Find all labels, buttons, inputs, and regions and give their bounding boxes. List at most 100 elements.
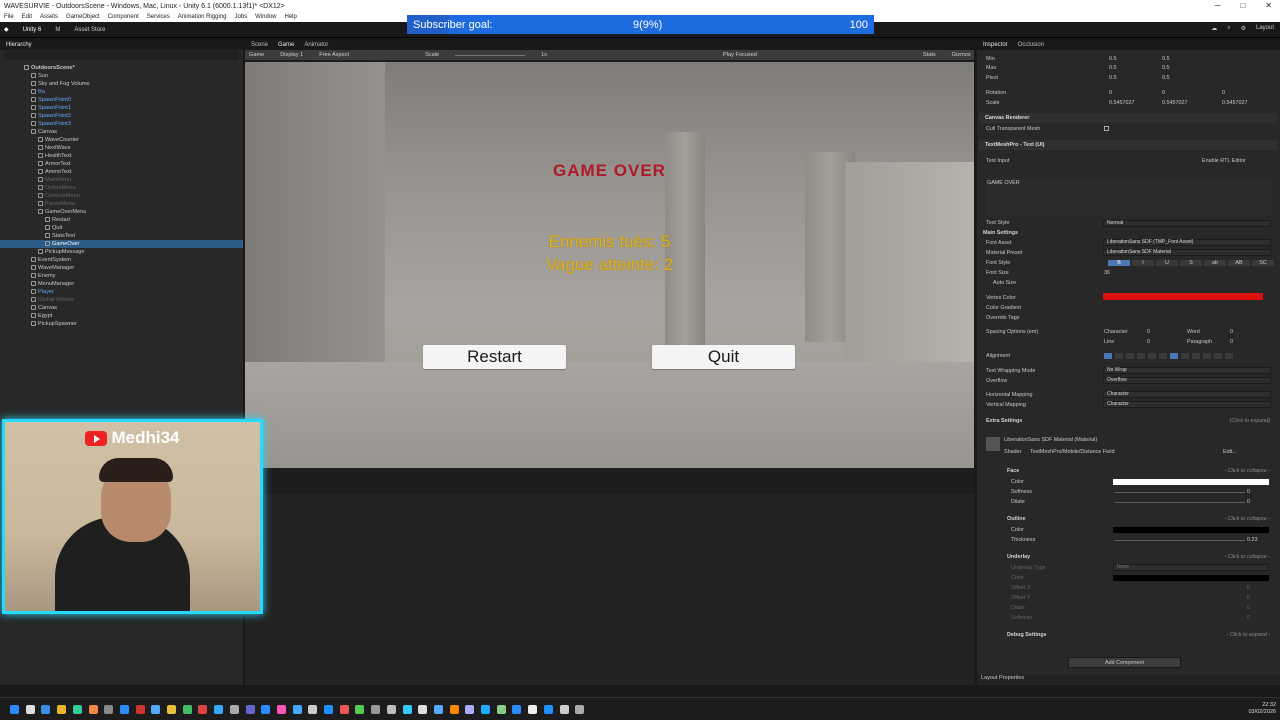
shader-dropdown[interactable]: TextMeshPro/Mobile/Distance Field xyxy=(1030,449,1115,455)
layout-dropdown[interactable]: Layout xyxy=(1256,25,1274,32)
face-dilate-value[interactable]: 0 xyxy=(1247,499,1250,505)
overflow-dropdown[interactable]: Overflow xyxy=(1103,377,1271,384)
font-style-button[interactable]: S xyxy=(1180,260,1202,266)
rtl-toggle[interactable]: Enable RTL Editor xyxy=(1202,158,1246,164)
menu-gameobject[interactable]: GameObject xyxy=(66,14,100,20)
material-preset-dropdown[interactable]: LiberationSans SDF Material xyxy=(1103,249,1271,256)
hierarchy-item[interactable]: Global Volume xyxy=(0,296,243,304)
tab-game[interactable]: Game xyxy=(278,42,294,48)
alignment-button[interactable] xyxy=(1137,353,1145,359)
hierarchy-item[interactable]: Sky and Fog Volume xyxy=(0,80,243,88)
font-style-button[interactable]: I xyxy=(1132,260,1154,266)
extra-settings-label[interactable]: Extra Settings xyxy=(986,418,1022,424)
taskbar-app-icon[interactable] xyxy=(496,705,506,714)
taskbar-app-icon[interactable] xyxy=(182,705,192,714)
face-color-swatch[interactable] xyxy=(1113,479,1269,485)
maximize-icon[interactable]: □ xyxy=(1240,1,1245,10)
character-value[interactable]: 0 xyxy=(1147,329,1150,335)
wrapping-dropdown[interactable]: No Wrap xyxy=(1103,367,1271,374)
menu-help[interactable]: Help xyxy=(285,14,297,20)
outline-color-swatch[interactable] xyxy=(1113,527,1269,533)
taskbar-app-icon[interactable] xyxy=(308,705,318,714)
taskbar-app-icon[interactable] xyxy=(339,705,349,714)
taskbar-app-icon[interactable] xyxy=(198,705,208,714)
outline-thickness-value[interactable]: 0.23 xyxy=(1247,537,1258,543)
hierarchy-search-input[interactable] xyxy=(4,51,239,60)
offset-x-value[interactable]: 0 xyxy=(1247,585,1250,591)
outline-label[interactable]: Outline xyxy=(1007,516,1026,522)
font-style-button[interactable]: SC xyxy=(1252,260,1274,266)
menu-file[interactable]: File xyxy=(4,14,14,20)
alignment-button[interactable] xyxy=(1225,353,1233,359)
hierarchy-item[interactable]: PauseMenu xyxy=(0,200,243,208)
stats-button[interactable]: Stats xyxy=(923,52,936,58)
game-viewport[interactable]: GAME OVER Ennemis tués: 5 Vague atteinte… xyxy=(245,62,974,468)
underlay-color-swatch[interactable] xyxy=(1113,575,1269,581)
taskbar-app-icon[interactable] xyxy=(135,705,145,714)
scale-slider[interactable] xyxy=(455,54,526,56)
alignment-button[interactable] xyxy=(1159,353,1167,359)
game-mode-dropdown[interactable]: Game xyxy=(249,52,264,58)
quit-button[interactable]: Quit xyxy=(652,345,795,369)
gizmos-button[interactable]: Gizmos xyxy=(952,52,971,58)
asset-store-button[interactable]: Asset Store xyxy=(74,27,105,33)
taskbar-app-icon[interactable] xyxy=(481,705,490,714)
menu-animation-rigging[interactable]: Animation Rigging xyxy=(178,14,227,20)
underlay-softness-value[interactable]: 0 xyxy=(1247,615,1250,621)
hierarchy-item[interactable]: Canvas xyxy=(0,304,243,312)
taskbar-app-icon[interactable] xyxy=(119,705,129,714)
alignment-button[interactable] xyxy=(1192,353,1200,359)
hierarchy-item[interactable]: WaveManager xyxy=(0,264,243,272)
taskbar-app-icon[interactable] xyxy=(57,705,67,714)
shader-edit-button[interactable]: Edit... xyxy=(1223,449,1237,455)
hierarchy-item[interactable]: SpawnPoint2 xyxy=(0,112,243,120)
taskbar-app-icon[interactable] xyxy=(10,705,19,714)
hierarchy-item[interactable]: Egypt xyxy=(0,312,243,320)
canvas-renderer-header[interactable]: Canvas Renderer xyxy=(979,113,1277,123)
menu-component[interactable]: Component xyxy=(108,14,139,20)
taskbar-app-icon[interactable] xyxy=(465,705,475,714)
alignment-button[interactable] xyxy=(1170,353,1178,359)
font-style-button[interactable]: U xyxy=(1156,260,1178,266)
face-softness-slider[interactable] xyxy=(1115,492,1245,493)
hierarchy-item[interactable]: StatsText xyxy=(0,232,243,240)
taskbar-app-icon[interactable] xyxy=(276,705,286,714)
menu-edit[interactable]: Edit xyxy=(22,14,32,20)
hierarchy-item[interactable]: PickupMessage xyxy=(0,248,243,256)
taskbar-app-icon[interactable] xyxy=(433,705,443,714)
tab-hierarchy[interactable]: Hierarchy xyxy=(6,42,32,48)
hierarchy-item[interactable]: ArmorText xyxy=(0,160,243,168)
hierarchy-item[interactable]: Enemy xyxy=(0,272,243,280)
taskbar-app-icon[interactable] xyxy=(25,705,35,714)
hierarchy-item[interactable]: Sun xyxy=(0,72,243,80)
alignment-button[interactable] xyxy=(1115,353,1123,359)
taskbar-app-icon[interactable] xyxy=(151,705,161,714)
cloud-icon[interactable]: ☁ xyxy=(1211,25,1217,32)
hierarchy-item[interactable]: WaveCounter xyxy=(0,136,243,144)
vertex-color-swatch[interactable] xyxy=(1103,293,1263,300)
material-label[interactable]: LiberationSans SDF Material (Material) xyxy=(1004,437,1097,443)
underlay-label[interactable]: Underlay xyxy=(1007,554,1030,560)
face-label[interactable]: Face xyxy=(1007,468,1019,474)
taskbar-app-icon[interactable] xyxy=(575,705,585,714)
word-value[interactable]: 0 xyxy=(1230,329,1233,335)
alignment-button[interactable] xyxy=(1203,353,1211,359)
hierarchy-item[interactable]: Canvas xyxy=(0,128,243,136)
face-dilate-slider[interactable] xyxy=(1115,502,1245,503)
display-dropdown[interactable]: Display 1 xyxy=(280,52,303,58)
hierarchy-item[interactable]: SpawnPoint1 xyxy=(0,104,243,112)
taskbar-app-icon[interactable] xyxy=(261,705,271,714)
text-style-dropdown[interactable]: Normal xyxy=(1103,220,1271,227)
search-icon[interactable]: ⌕ xyxy=(1227,25,1230,32)
hierarchy-item[interactable]: ControlsMenu xyxy=(0,192,243,200)
alignment-button[interactable] xyxy=(1181,353,1189,359)
hierarchy-item[interactable]: Quit xyxy=(0,224,243,232)
aspect-dropdown[interactable]: Free Aspect xyxy=(319,52,349,58)
restart-button[interactable]: Restart xyxy=(423,345,566,369)
minimize-icon[interactable]: ─ xyxy=(1215,1,1221,10)
settings-icon[interactable]: ⚙ xyxy=(1241,25,1246,32)
taskbar-app-icon[interactable] xyxy=(245,705,255,714)
hierarchy-item[interactable]: OutdoorsScene* xyxy=(0,64,243,72)
paragraph-value[interactable]: 0 xyxy=(1230,339,1233,345)
hierarchy-item[interactable]: SpawnPoint3 xyxy=(0,120,243,128)
